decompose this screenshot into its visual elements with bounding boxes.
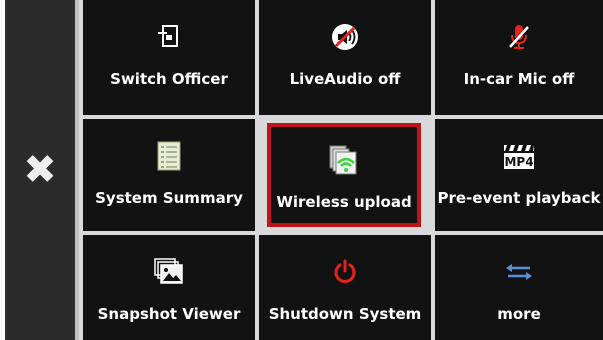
snapshot-gallery-icon: [83, 257, 255, 287]
in-car-mic-off-label: In-car Mic off: [463, 70, 575, 88]
switch-officer-button[interactable]: Switch Officer: [83, 0, 255, 115]
svg-text:MP4: MP4: [504, 155, 533, 169]
switch-officer-label: Switch Officer: [110, 70, 228, 88]
mp4-clapper-icon: MP4: [435, 141, 603, 171]
wireless-upload-label: Wireless upload: [276, 193, 412, 211]
close-x-icon: ✖: [23, 147, 57, 193]
wireless-upload-icon: [271, 145, 417, 175]
swap-arrows-icon: [435, 257, 603, 287]
liveaudio-off-label: LiveAudio off: [289, 70, 401, 88]
wireless-upload-button[interactable]: Wireless upload: [267, 123, 421, 227]
system-summary-label: System Summary: [95, 189, 243, 207]
mic-muted-icon: [435, 22, 603, 52]
snapshot-viewer-label: Snapshot Viewer: [97, 305, 241, 323]
power-icon: [259, 257, 431, 287]
more-button[interactable]: more: [435, 235, 603, 340]
speaker-muted-icon: [259, 22, 431, 52]
switch-officer-icon: [83, 22, 255, 52]
liveaudio-off-button[interactable]: LiveAudio off: [259, 0, 431, 115]
system-summary-button[interactable]: System Summary: [83, 119, 255, 231]
shutdown-system-label: Shutdown System: [268, 305, 422, 323]
shutdown-system-button[interactable]: Shutdown System: [259, 235, 431, 340]
in-car-mic-off-button[interactable]: In-car Mic off: [435, 0, 603, 115]
pre-event-playback-label: Pre-event playback: [437, 189, 601, 207]
menu-screen: ✖ Switch Officer LiveAudio off In-car Mi…: [5, 0, 603, 340]
more-label: more: [497, 305, 541, 323]
pre-event-playback-button[interactable]: MP4 Pre-event playback: [435, 119, 603, 231]
snapshot-viewer-button[interactable]: Snapshot Viewer: [83, 235, 255, 340]
close-button[interactable]: ✖: [5, 0, 79, 340]
checklist-icon: [83, 141, 255, 171]
